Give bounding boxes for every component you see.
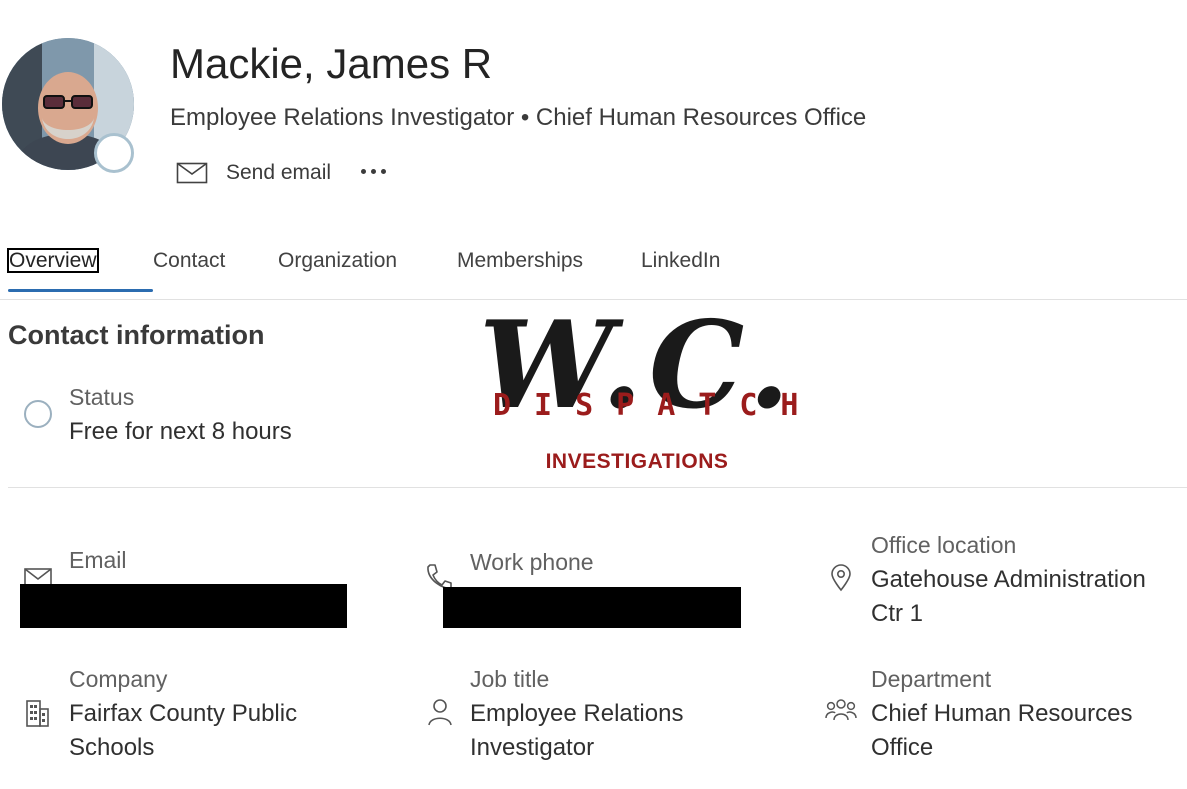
job-title-label: Job title bbox=[470, 666, 550, 692]
more-horizontal-icon[interactable] bbox=[361, 168, 387, 178]
profile-name: Mackie, James R bbox=[170, 40, 493, 87]
profile-subtitle: Employee Relations Investigator • Chief … bbox=[170, 104, 867, 131]
tab-overview[interactable]: Overview bbox=[7, 240, 153, 292]
status-value: Free for next 8 hours bbox=[69, 418, 292, 445]
tab-linkedin-label: LinkedIn bbox=[641, 249, 721, 272]
person-icon bbox=[428, 699, 452, 726]
location-pin-icon bbox=[831, 564, 851, 592]
job-title-value: Employee Relations Investigator bbox=[470, 700, 684, 761]
tab-contact-label: Contact bbox=[153, 249, 226, 272]
department-value: Chief Human Resources Office bbox=[871, 700, 1133, 761]
profile-actions: Send email bbox=[176, 158, 387, 188]
tab-bar: Overview Contact Organization Membership… bbox=[7, 240, 751, 292]
tab-linkedin[interactable]: LinkedIn bbox=[641, 240, 751, 292]
tab-memberships[interactable]: Memberships bbox=[457, 240, 641, 292]
tab-organization[interactable]: Organization bbox=[278, 240, 457, 292]
work-phone-value-redacted[interactable] bbox=[443, 587, 741, 628]
mail-icon bbox=[176, 162, 208, 184]
watermark-investigations-text: INVESTIGATIONS bbox=[545, 450, 729, 473]
work-phone-label: Work phone bbox=[470, 549, 594, 575]
building-icon bbox=[26, 700, 49, 727]
office-location-label: Office location bbox=[871, 532, 1017, 558]
watermark-dispatch-text: DISPATCH bbox=[493, 388, 822, 423]
section-divider bbox=[8, 487, 1187, 488]
email-label: Email bbox=[69, 547, 127, 573]
company-value: Fairfax County Public Schools bbox=[69, 700, 298, 761]
department-label: Department bbox=[871, 666, 992, 692]
tab-contact[interactable]: Contact bbox=[153, 240, 278, 292]
section-title: Contact information bbox=[8, 320, 265, 350]
send-email-label: Send email bbox=[226, 161, 332, 184]
watermark-logo: W.C. DISPATCH INVESTIGATIONS bbox=[465, 296, 822, 478]
tab-overview-label: Overview bbox=[7, 248, 99, 273]
office-location-value: Gatehouse Administration Ctr 1 bbox=[871, 566, 1146, 627]
tab-memberships-label: Memberships bbox=[457, 249, 584, 272]
tab-organization-label: Organization bbox=[278, 249, 398, 272]
people-group-icon bbox=[825, 699, 857, 721]
status-icon bbox=[24, 400, 52, 428]
status-label: Status bbox=[69, 384, 135, 410]
email-value-redacted[interactable] bbox=[20, 584, 347, 628]
company-label: Company bbox=[69, 666, 168, 692]
send-email-button[interactable]: Send email bbox=[176, 161, 331, 185]
presence-offline-icon bbox=[94, 133, 134, 173]
profile-card: Mackie, James R Employee Relations Inves… bbox=[0, 0, 1187, 789]
